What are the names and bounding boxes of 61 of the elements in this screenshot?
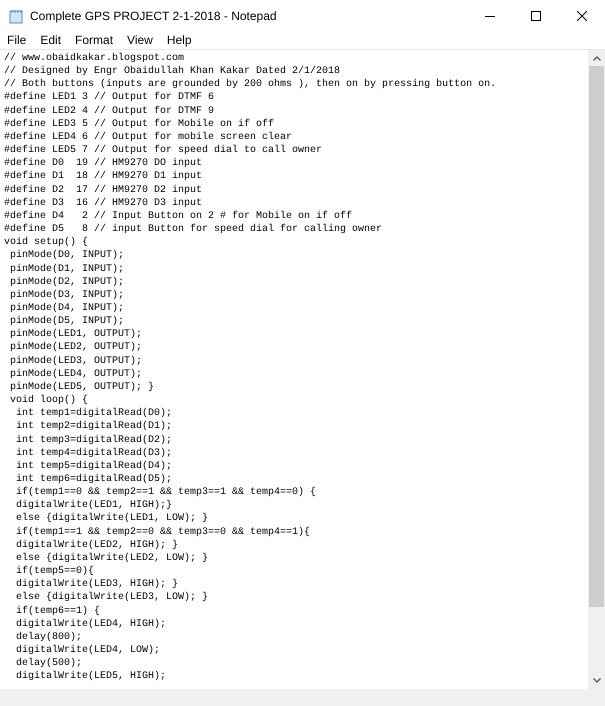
code-line: #define LED4 6 // Output for mobile screen clear: [4, 130, 292, 144]
code-line: pinMode(D0, INPUT);: [9, 249, 124, 262]
scroll-down-icon: [592, 678, 600, 683]
code-line: void loop() {: [9, 394, 88, 408]
code-line: else {digitalWrite(LED2, LOW); }: [15, 552, 208, 566]
code-line: #define D5 8 // input Button for speed dial for calling owner: [4, 223, 382, 236]
vertical-scrollbar[interactable]: [588, 50, 605, 689]
code-line: pinMode(D4, INPUT);: [9, 302, 124, 316]
menu-item[interactable]: Edit: [33, 32, 68, 49]
menu-item[interactable]: File: [0, 32, 34, 49]
code-line: pinMode(LED2, OUTPUT);: [9, 341, 142, 355]
code-line: pinMode(LED4, OUTPUT);: [9, 368, 142, 381]
menu-item[interactable]: Format: [68, 32, 120, 49]
code-line: #define D4 2 // Input Button on 2 # for Mobile on if off: [4, 210, 352, 224]
code-line: #define LED2 4 // Output for DTMF 9: [4, 104, 214, 118]
code-line: if(temp5==0){: [15, 565, 94, 578]
code-line: pinMode(D1, INPUT);: [9, 262, 124, 276]
code-line: int temp2=digitalRead(D1);: [15, 420, 172, 434]
code-line: #define LED3 5 // Output for Mobile on if off: [4, 118, 274, 131]
code-line: digitalWrite(LED3, HIGH); }: [15, 578, 178, 592]
scroll-up-icon: [592, 56, 600, 61]
code-line: #define LED1 3 // Output for DTMF 6: [4, 91, 214, 105]
code-line: int temp1=digitalRead(D0);: [15, 407, 172, 420]
code-line: digitalWrite(LED1, HIGH);}: [15, 499, 172, 512]
code-line: #define D1 18 // HM9270 D1 input: [4, 170, 202, 184]
close-icon: [577, 11, 587, 21]
code-line: if(temp6==1) {: [15, 604, 100, 618]
code-line: pinMode(D5, INPUT);: [9, 315, 124, 328]
code-line: int temp5=digitalRead(D4);: [15, 460, 172, 473]
code-line: digitalWrite(LED5, HIGH);: [15, 670, 166, 684]
code-line: else {digitalWrite(LED1, LOW); }: [15, 512, 208, 526]
code-line: pinMode(LED3, OUTPUT);: [9, 354, 142, 368]
maximize-icon: [531, 11, 541, 21]
code-line: else {digitalWrite(LED3, LOW); }: [15, 591, 208, 605]
code-line: digitalWrite(LED4, LOW);: [15, 644, 160, 658]
code-line: if(temp1==1 && temp2==0 && temp3==0 && temp4==1){: [15, 526, 310, 539]
code-line: #define LED5 7 // Output for speed dial to call owner: [4, 144, 322, 158]
code-line: int temp3=digitalRead(D2);: [15, 434, 172, 447]
menu-item[interactable]: Help: [160, 32, 199, 49]
notepad-icon: [8, 8, 24, 24]
code-line: #define D2 17 // HM9270 D2 input: [4, 184, 202, 197]
code-line: digitalWrite(LED4, HIGH);: [15, 618, 166, 631]
code-line: int temp6=digitalRead(D5);: [15, 473, 172, 486]
window-title: Complete GPS PROJECT 2-1-2018 - Notepad: [30, 8, 277, 25]
code-line: digitalWrite(LED2, HIGH); }: [15, 538, 178, 552]
code-line: delay(800);: [15, 630, 82, 644]
scrollbar-thumb[interactable]: [589, 66, 604, 607]
code-line: delay(500);: [15, 657, 82, 670]
code-line: #define D3 16 // HM9270 D3 input: [4, 196, 202, 210]
code-line: pinMode(LED1, OUTPUT);: [9, 328, 142, 342]
menu-item[interactable]: View: [120, 32, 160, 49]
code-line: void setup() {: [4, 236, 88, 250]
code-line: if(temp1==0 && temp2==1 && temp3==1 && temp4==0) {: [15, 486, 316, 500]
code-line: // www.obaidkakar.blogspot.com: [4, 52, 184, 66]
code-line: pinMode(D3, INPUT);: [9, 288, 124, 302]
code-line: #define D0 19 // HM9270 DO input: [4, 157, 202, 170]
code-line: // Designed by Engr Obaidullah Khan Kakar Dated 2/1/2018: [4, 65, 340, 78]
code-line: // Both buttons (inputs are grounded by 200 ohms ), then on by pressing button on.: [4, 78, 496, 92]
code-line: pinMode(LED5, OUTPUT); }: [9, 380, 154, 394]
code-line: pinMode(D2, INPUT);: [9, 276, 124, 289]
code-line: int temp4=digitalRead(D3);: [15, 446, 172, 460]
